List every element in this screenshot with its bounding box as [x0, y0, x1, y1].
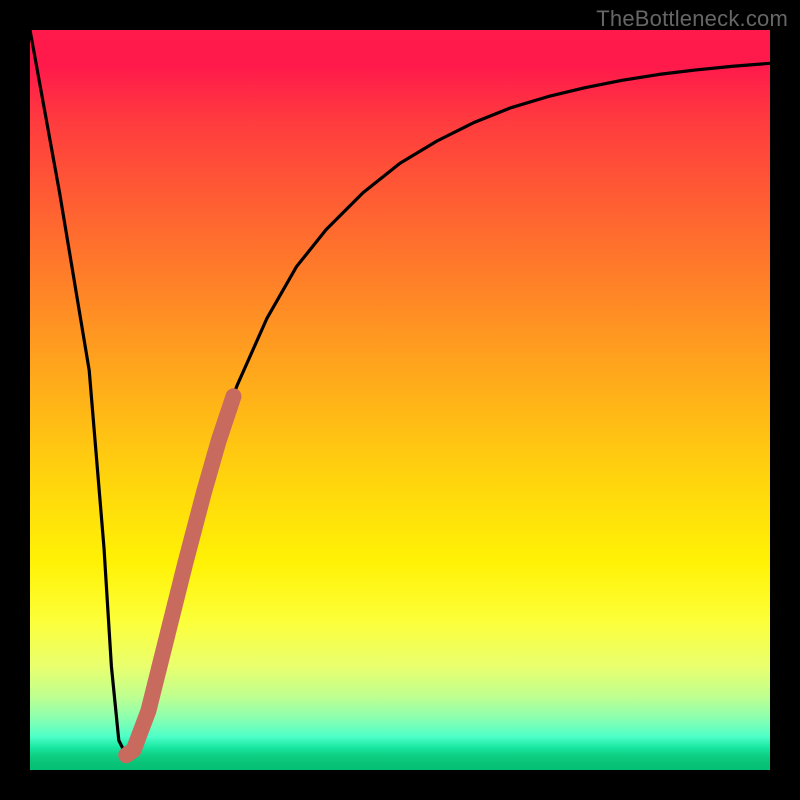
highlight-segment — [126, 396, 233, 755]
curve-layer — [30, 30, 770, 770]
watermark-text: TheBottleneck.com — [596, 6, 788, 32]
plot-area — [30, 30, 770, 770]
chart-frame: TheBottleneck.com — [0, 0, 800, 800]
bottleneck-curve — [30, 30, 770, 755]
